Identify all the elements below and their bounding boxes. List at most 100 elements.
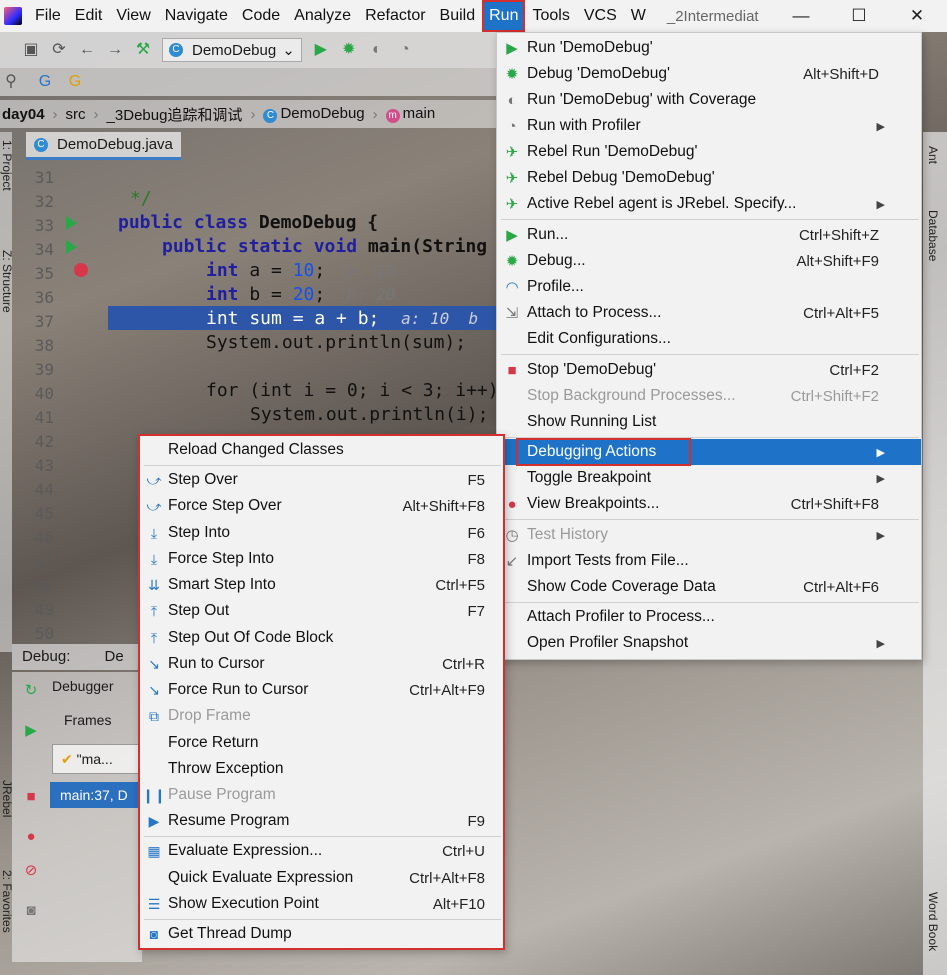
debug-session-tab[interactable]: De	[105, 648, 124, 665]
close-button[interactable]: ✕	[888, 0, 946, 32]
menu-file[interactable]: File	[28, 0, 68, 32]
thread-select[interactable]: ✔ "ma...	[52, 744, 142, 774]
menu-item-profile[interactable]: ◠ Profile...	[497, 274, 921, 300]
debugger-tab[interactable]: Debugger	[52, 678, 114, 694]
database-tool-tab[interactable]: Database	[926, 210, 940, 261]
profiler-icon[interactable]: ◔	[396, 41, 414, 59]
menu-tools[interactable]: Tools	[525, 0, 576, 32]
menu-build[interactable]: Build	[433, 0, 483, 32]
submenu-item-force-step-into[interactable]: ⤓ Force Step Into F8	[140, 546, 503, 572]
stop-icon[interactable]: ■	[22, 788, 40, 806]
rerun-icon[interactable]: ↻	[22, 682, 40, 700]
menu-item-rebel-debug[interactable]: ✈ Rebel Debug 'DemoDebug'	[497, 165, 921, 191]
menu-item-label: Edit Configurations...	[527, 330, 671, 347]
submenu-item-drop-frame[interactable]: ⧉ Drop Frame	[140, 703, 503, 729]
resume-icon[interactable]: ▶	[22, 722, 40, 740]
maximize-button[interactable]: ☐	[830, 0, 888, 32]
menu-item-attach-to-process[interactable]: ⇲ Attach to Process... Ctrl+Alt+F5	[497, 300, 921, 326]
run-gutter-icon[interactable]	[66, 240, 77, 254]
menu-run[interactable]: Run	[482, 0, 526, 32]
menu-vcs[interactable]: VCS	[577, 0, 624, 32]
menu-item-toggle-breakpoint[interactable]: Toggle Breakpoint ▶	[497, 465, 921, 491]
submenu-item-reload-changed-classes[interactable]: Reload Changed Classes	[140, 437, 503, 463]
debug-icon[interactable]: ✹	[340, 41, 358, 59]
menu-separator	[501, 219, 919, 220]
submenu-item-smart-step-into[interactable]: ⇊ Smart Step Into Ctrl+F5	[140, 572, 503, 598]
breadcrumb-method[interactable]: m main	[385, 105, 435, 123]
submenu-item-step-out-of-code-block[interactable]: ⤒ Step Out Of Code Block	[140, 625, 503, 651]
menu-item-rebel-run[interactable]: ✈ Rebel Run 'DemoDebug'	[497, 139, 921, 165]
minimize-button[interactable]: —	[772, 0, 830, 32]
breadcrumb-class-label: DemoDebug	[280, 105, 365, 122]
menu-item-stop-background[interactable]: Stop Background Processes... Ctrl+Shift+F…	[497, 383, 921, 409]
build-hammer-icon[interactable]: ⚒	[134, 41, 152, 59]
submenu-item-step-over[interactable]: ⤻ Step Over F5	[140, 467, 503, 493]
menu-item-show-running-list[interactable]: Show Running List	[497, 409, 921, 435]
menu-item-run[interactable]: ▶ Run... Ctrl+Shift+Z	[497, 222, 921, 248]
sync-icon[interactable]: ⟳	[50, 41, 68, 59]
menu-item-run-demodebug[interactable]: ▶ Run 'DemoDebug'	[497, 35, 921, 61]
submenu-item-step-into[interactable]: ⤓ Step Into F6	[140, 520, 503, 546]
menu-window[interactable]: W	[624, 0, 653, 32]
menu-navigate[interactable]: Navigate	[158, 0, 235, 32]
breakpoint-icon[interactable]	[74, 263, 88, 277]
breadcrumb-src[interactable]: src	[66, 106, 86, 123]
breadcrumb-package[interactable]: _3Debug追踪和调试	[107, 104, 243, 125]
translate-icon[interactable]: G	[66, 73, 84, 91]
breadcrumb-class[interactable]: C DemoDebug	[263, 105, 365, 123]
submenu-item-quick-evaluate-expression[interactable]: Quick Evaluate Expression Ctrl+Alt+F8	[140, 865, 503, 891]
run-configuration-select[interactable]: C DemoDebug ⌄	[162, 38, 302, 62]
menu-item-run-with-profiler[interactable]: ◔ Run with Profiler ▶	[497, 113, 921, 139]
line-number: 39	[34, 360, 54, 379]
run-gutter-icon[interactable]	[66, 216, 77, 230]
mute-breakpoints-icon[interactable]: ⊘	[22, 862, 40, 880]
submenu-item-step-out[interactable]: ⤒ Step Out F7	[140, 598, 503, 624]
code-line: for (int i = 0; i < 3; i++)	[206, 380, 499, 401]
line-number: 41	[34, 408, 54, 427]
menu-item-import-tests[interactable]: ↙ Import Tests from File...	[497, 548, 921, 574]
menu-item-active-rebel-agent[interactable]: ✈ Active Rebel agent is JRebel. Specify..…	[497, 191, 921, 217]
run-icon[interactable]: ▶	[312, 41, 330, 59]
camera-icon[interactable]: ◙	[22, 902, 40, 920]
menu-edit[interactable]: Edit	[68, 0, 110, 32]
editor-tab-demodebug[interactable]: C DemoDebug.java	[26, 132, 181, 160]
menu-item-open-profiler-snapshot[interactable]: Open Profiler Snapshot ▶	[497, 630, 921, 656]
submenu-item-resume-program[interactable]: ▶ Resume Program F9	[140, 808, 503, 834]
view-breakpoints-icon[interactable]: ●	[22, 828, 40, 846]
submenu-item-show-execution-point[interactable]: ☰ Show Execution Point Alt+F10	[140, 891, 503, 917]
menu-item-attach-profiler[interactable]: Attach Profiler to Process...	[497, 604, 921, 630]
back-icon[interactable]: ←	[78, 41, 96, 59]
ant-tool-tab[interactable]: Ant	[926, 146, 940, 164]
menu-view[interactable]: View	[109, 0, 157, 32]
submenu-item-force-step-over[interactable]: ⤻ Force Step Over Alt+Shift+F8	[140, 493, 503, 519]
submenu-item-pause-program[interactable]: ❙❙ Pause Program	[140, 782, 503, 808]
submenu-item-get-thread-dump[interactable]: ◙ Get Thread Dump	[140, 921, 503, 947]
breadcrumb-project[interactable]: day04	[2, 106, 45, 123]
save-icon[interactable]: ▣	[22, 41, 40, 59]
menu-item-stop-demodebug[interactable]: ■ Stop 'DemoDebug' Ctrl+F2	[497, 357, 921, 383]
menu-item-debug[interactable]: ✹ Debug... Alt+Shift+F9	[497, 248, 921, 274]
submenu-item-throw-exception[interactable]: Throw Exception	[140, 756, 503, 782]
menu-item-run-with-coverage[interactable]: ◐ Run 'DemoDebug' with Coverage	[497, 87, 921, 113]
menu-item-view-breakpoints[interactable]: ● View Breakpoints... Ctrl+Shift+F8	[497, 491, 921, 517]
run-menu-dropdown: ▶ Run 'DemoDebug' ✹ Debug 'DemoDebug' Alt+S…	[496, 32, 922, 660]
stack-frame-row[interactable]: main:37, D	[50, 782, 142, 808]
word-book-tool-tab[interactable]: Word Book	[926, 892, 940, 951]
menu-refactor[interactable]: Refactor	[358, 0, 432, 32]
google-translate-icon[interactable]: G	[36, 73, 54, 91]
submenu-item-run-to-cursor[interactable]: ↘ Run to Cursor Ctrl+R	[140, 651, 503, 677]
menu-item-show-coverage-data[interactable]: Show Code Coverage Data Ctrl+Alt+F6	[497, 574, 921, 600]
search-icon[interactable]: ⚲	[2, 73, 20, 91]
forward-icon[interactable]: →	[106, 41, 124, 59]
menu-item-test-history[interactable]: ◷ Test History ▶	[497, 522, 921, 548]
intellij-logo-icon	[4, 7, 22, 25]
menu-item-debug-demodebug[interactable]: ✹ Debug 'DemoDebug' Alt+Shift+D	[497, 61, 921, 87]
menu-code[interactable]: Code	[235, 0, 287, 32]
menu-analyze[interactable]: Analyze	[287, 0, 358, 32]
menu-item-debugging-actions[interactable]: Debugging Actions ▶	[497, 439, 921, 465]
coverage-icon[interactable]: ◐	[368, 41, 386, 59]
menu-item-edit-configurations[interactable]: Edit Configurations...	[497, 326, 921, 352]
submenu-item-force-return[interactable]: Force Return	[140, 730, 503, 756]
submenu-item-force-run-to-cursor[interactable]: ↘ Force Run to Cursor Ctrl+Alt+F9	[140, 677, 503, 703]
submenu-item-evaluate-expression[interactable]: ▦ Evaluate Expression... Ctrl+U	[140, 838, 503, 864]
